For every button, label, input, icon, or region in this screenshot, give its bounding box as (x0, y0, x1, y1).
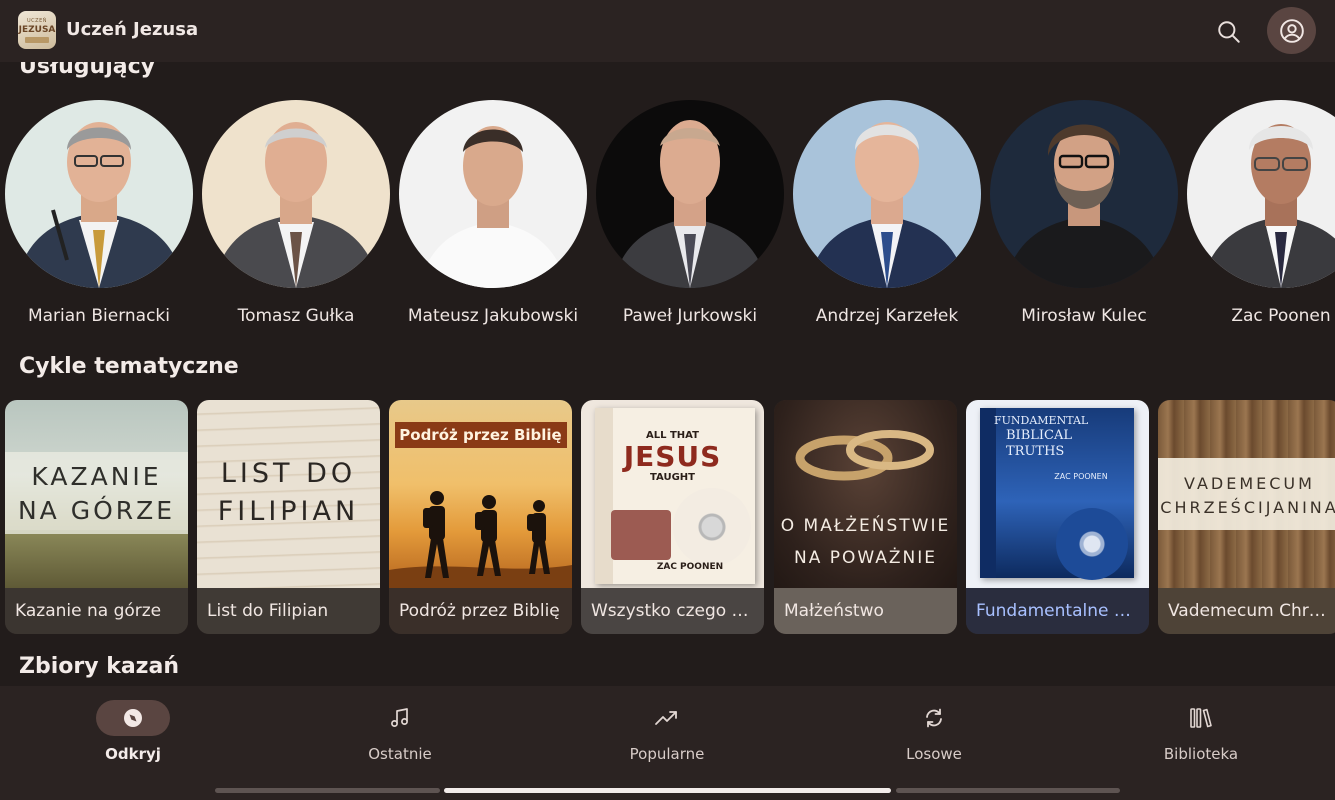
preacher-item[interactable]: Andrzej Karzełek (793, 100, 981, 330)
series-card[interactable]: FUNDAMENTAL BIBLICAL TRUTHS ZAC POONEN F… (966, 400, 1149, 634)
cover-sub: TAUGHT (650, 472, 695, 483)
series-cover: O MAŁŻEŃSTWIE NA POWAŻNIE (774, 400, 957, 588)
nav-indicator (363, 700, 437, 736)
nav-label: Odkryj (105, 745, 161, 763)
cover-title-line3: TRUTHS (1006, 444, 1065, 459)
nav-item-discover[interactable]: Odkryj (33, 700, 233, 770)
logo-text-main: JEZUSA (18, 24, 56, 35)
series-cover: VADEMECUM CHRZEŚCIJANINA (1158, 400, 1335, 588)
account-circle-icon (1279, 18, 1304, 43)
nav-indicator (897, 700, 971, 736)
cover-title-line1: O MAŁŻEŃSTWIE (780, 516, 951, 536)
cover-title-line2: NA POWAŻNIE (793, 548, 937, 568)
series-caption: Vademecum Chrześcijanina (1158, 588, 1335, 634)
preacher-avatar (596, 100, 784, 288)
nav-label: Losowe (906, 745, 962, 763)
cover-author: ZAC POONEN (1054, 472, 1108, 481)
preacher-avatar (990, 100, 1178, 288)
top-app-bar: UCZEŃ JEZUSA Uczeń Jezusa (0, 0, 1335, 62)
preacher-name: Mateusz Jakubowski (407, 306, 579, 326)
music-note-icon (391, 708, 408, 727)
series-cover: LIST DO FILIPIAN (197, 400, 380, 588)
logo-text-top: UCZEŃ (27, 17, 47, 24)
series-caption: Fundamentalne prawdy biblijne (966, 588, 1149, 634)
series-card[interactable]: Podróż przez Biblię Podróż przez Biblię (389, 400, 572, 634)
cover-title-line2: NA GÓRZE (17, 496, 176, 525)
preacher-avatar (793, 100, 981, 288)
cover-title-line2: CHRZEŚCIJANINA (1160, 498, 1335, 517)
nav-item-recent[interactable]: Ostatnie (300, 700, 500, 770)
trending-up-icon (655, 711, 677, 725)
preacher-avatar (202, 100, 390, 288)
series-card[interactable]: O MAŁŻEŃSTWIE NA POWAŻNIE Małżeństwo (774, 400, 957, 634)
series-caption: Kazanie na górze (5, 588, 188, 634)
search-icon (1218, 21, 1240, 43)
cover-title-line1: VADEMECUM (1184, 474, 1315, 493)
preacher-avatar (399, 100, 587, 288)
nav-label: Popularne (629, 745, 705, 763)
library-icon (1190, 708, 1212, 728)
cover-title-line2: BIBLICAL (1006, 428, 1072, 443)
nav-indicator (96, 700, 170, 736)
nav-item-popular[interactable]: Popularne (567, 700, 767, 770)
series-card[interactable]: LIST DO FILIPIAN List do Filipian (197, 400, 380, 634)
nav-indicator (1164, 700, 1238, 736)
series-card[interactable]: ALL THAT JESUS TAUGHT ZAC POONEN Wszystk… (581, 400, 764, 634)
section-title-collections: Zbiory kazań (19, 654, 179, 679)
logo-decoration (25, 36, 49, 43)
section-title-series: Cykle tematyczne (19, 354, 239, 379)
series-cover: KAZANIE NA GÓRZE (5, 400, 188, 588)
series-cover: Podróż przez Biblię (389, 400, 572, 588)
preacher-item[interactable]: Marian Biernacki (5, 100, 193, 330)
series-card[interactable]: VADEMECUM CHRZEŚCIJANINA Vademecum Chrze… (1158, 400, 1335, 634)
nav-item-library[interactable]: Biblioteka (1101, 700, 1301, 770)
cover-main: JESUS (623, 440, 722, 473)
preacher-item[interactable]: Mateusz Jakubowski (399, 100, 587, 330)
nav-indicator (630, 700, 704, 736)
cover-title-line1: KAZANIE (31, 462, 162, 491)
series-caption: Małżeństwo (774, 588, 957, 634)
home-indicator-right (896, 788, 1120, 793)
series-caption: Wszystko czego nauczał Jezus (581, 588, 764, 634)
nav-item-random[interactable]: Losowe (834, 700, 1034, 770)
home-indicator-left (215, 788, 440, 793)
preacher-item[interactable]: Zac Poonen (1187, 100, 1335, 330)
cover-title-line1: FUNDAMENTAL (994, 414, 1089, 427)
home-indicator[interactable] (444, 788, 891, 793)
preacher-item[interactable]: Mirosław Kulec (990, 100, 1178, 330)
preacher-name: Paweł Jurkowski (622, 306, 758, 326)
shuffle-repeat-icon (926, 708, 942, 728)
series-caption: List do Filipian (197, 588, 380, 634)
hikers-silhouette (389, 491, 572, 588)
preacher-name: Andrzej Karzełek (815, 306, 959, 326)
nav-label: Ostatnie (368, 745, 432, 763)
nav-label: Biblioteka (1163, 745, 1239, 763)
compass-icon (124, 709, 142, 727)
preacher-name: Tomasz Gułka (237, 306, 355, 326)
bottom-navigation: Odkryj Ostatnie Popularne Losowe Bibliot… (0, 686, 1335, 800)
account-button[interactable] (1267, 7, 1316, 54)
preacher-name: Mirosław Kulec (1021, 306, 1147, 326)
cover-title-line1: LIST DO (220, 458, 357, 489)
preacher-item[interactable]: Paweł Jurkowski (596, 100, 784, 330)
cover-author: ZAC POONEN (656, 562, 724, 572)
series-card[interactable]: KAZANIE NA GÓRZE Kazanie na górze (5, 400, 188, 634)
series-cover: FUNDAMENTAL BIBLICAL TRUTHS ZAC POONEN (966, 400, 1149, 588)
preacher-name: Zac Poonen (1231, 306, 1331, 326)
search-button[interactable] (1208, 12, 1250, 52)
preacher-avatar (5, 100, 193, 288)
series-cover: ALL THAT JESUS TAUGHT ZAC POONEN (581, 400, 764, 588)
cover-title-line2: FILIPIAN (217, 496, 360, 527)
app-logo: UCZEŃ JEZUSA (18, 11, 56, 49)
preacher-avatar (1187, 100, 1335, 288)
preacher-item[interactable]: Tomasz Gułka (202, 100, 390, 330)
app-title: Uczeń Jezusa (66, 19, 199, 40)
series-caption: Podróż przez Biblię (389, 588, 572, 634)
